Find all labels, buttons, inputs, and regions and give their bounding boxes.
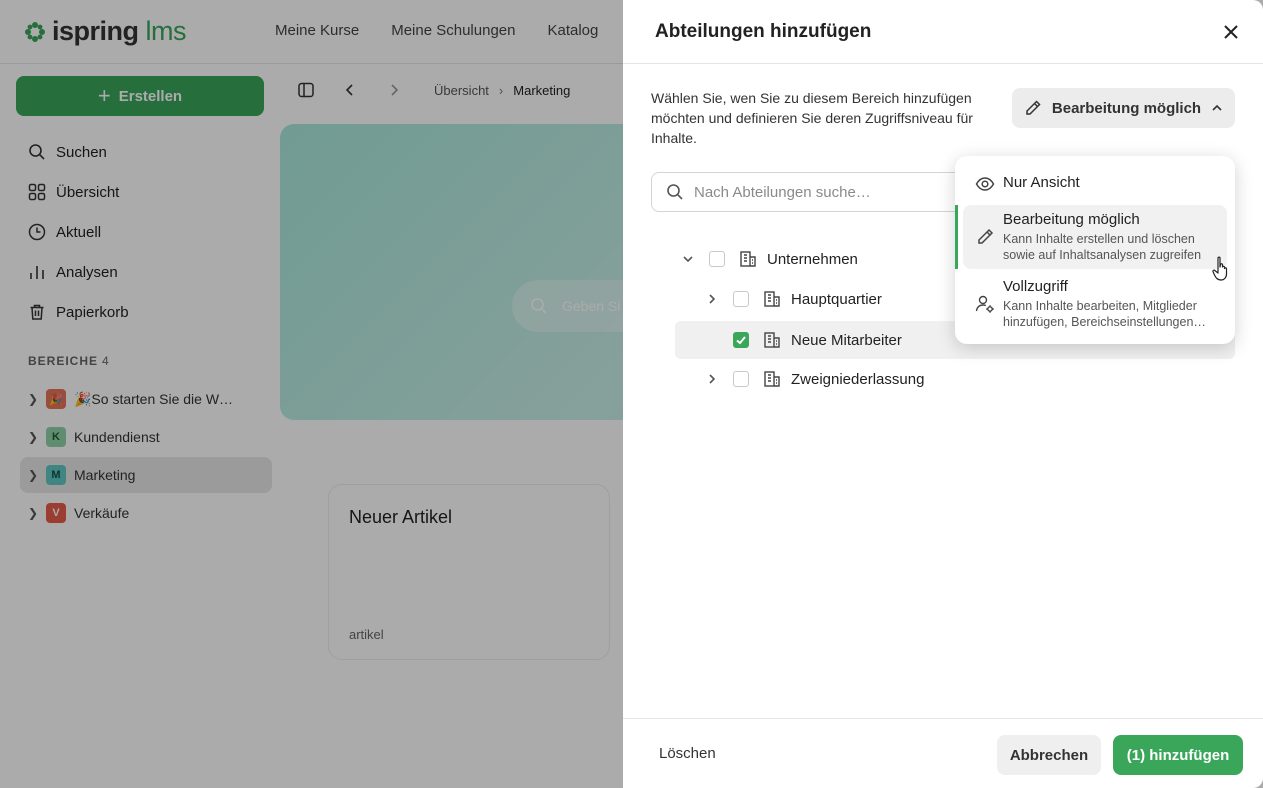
selected-indicator [955, 205, 958, 269]
option-bearbeitung-moeglich[interactable]: Bearbeitung möglich Kann Inhalte erstell… [963, 205, 1227, 269]
checkbox[interactable] [733, 371, 749, 387]
access-level-dropdown: Nur Ansicht Bearbeitung möglich Kann Inh… [955, 156, 1235, 344]
tree-node-label: Unternehmen [767, 250, 858, 268]
check-icon [736, 336, 746, 345]
option-vollzugriff[interactable]: Vollzugriff Kann Inhalte bearbeiten, Mit… [963, 272, 1227, 336]
option-label: Bearbeitung möglich [1003, 211, 1140, 228]
chevron-right-icon[interactable] [705, 292, 719, 306]
add-departments-panel: Abteilungen hinzufügen Wählen Sie, wen S… [623, 0, 1263, 788]
delete-button[interactable]: Löschen [659, 745, 716, 762]
panel-description: Wählen Sie, wen Sie zu diesem Bereich hi… [651, 90, 973, 146]
chevron-down-icon[interactable] [681, 252, 695, 266]
chevron-right-icon[interactable] [705, 372, 719, 386]
tree-node-label: Zweigniederlassung [791, 370, 925, 388]
option-nur-ansicht[interactable]: Nur Ansicht [963, 166, 1227, 200]
cancel-button[interactable]: Abbrechen [997, 735, 1101, 775]
option-description: Kann Inhalte bearbeiten, Mitglieder hinz… [1003, 299, 1206, 329]
checkbox[interactable] [709, 251, 725, 267]
option-label: Nur Ansicht [1003, 174, 1080, 191]
option-description: Kann Inhalte erstellen und löschen sowie… [1003, 232, 1202, 262]
department-search-input[interactable] [694, 183, 954, 201]
chevron-up-icon [1212, 104, 1222, 111]
add-button[interactable]: (1) hinzufügen [1113, 735, 1243, 775]
pencil-icon [1026, 100, 1041, 115]
panel-header: Abteilungen hinzufügen [623, 0, 1263, 64]
tree-node-zweigniederlassung[interactable]: Zweigniederlassung [705, 360, 1235, 398]
tree-node-label: Neue Mitarbeiter [791, 331, 902, 349]
checkbox-checked[interactable] [733, 332, 749, 348]
pencil-icon [978, 228, 994, 244]
building-icon [764, 291, 780, 307]
option-label: Vollzugriff [1003, 278, 1068, 295]
hand-cursor-icon [1212, 256, 1228, 281]
eye-icon [975, 177, 995, 191]
department-search[interactable] [651, 172, 981, 212]
building-icon [740, 251, 756, 267]
checkbox[interactable] [733, 291, 749, 307]
search-icon [667, 184, 683, 200]
access-level-label: Bearbeitung möglich [1051, 99, 1202, 117]
panel-footer: Löschen Abbrechen (1) hinzufügen [623, 718, 1263, 788]
close-icon[interactable] [1219, 20, 1243, 44]
building-icon [764, 332, 780, 348]
building-icon [764, 371, 780, 387]
panel-title: Abteilungen hinzufügen [655, 21, 872, 42]
access-level-button[interactable]: Bearbeitung möglich [1012, 88, 1235, 128]
user-gear-icon [975, 295, 994, 313]
tree-node-label: Hauptquartier [791, 290, 882, 308]
